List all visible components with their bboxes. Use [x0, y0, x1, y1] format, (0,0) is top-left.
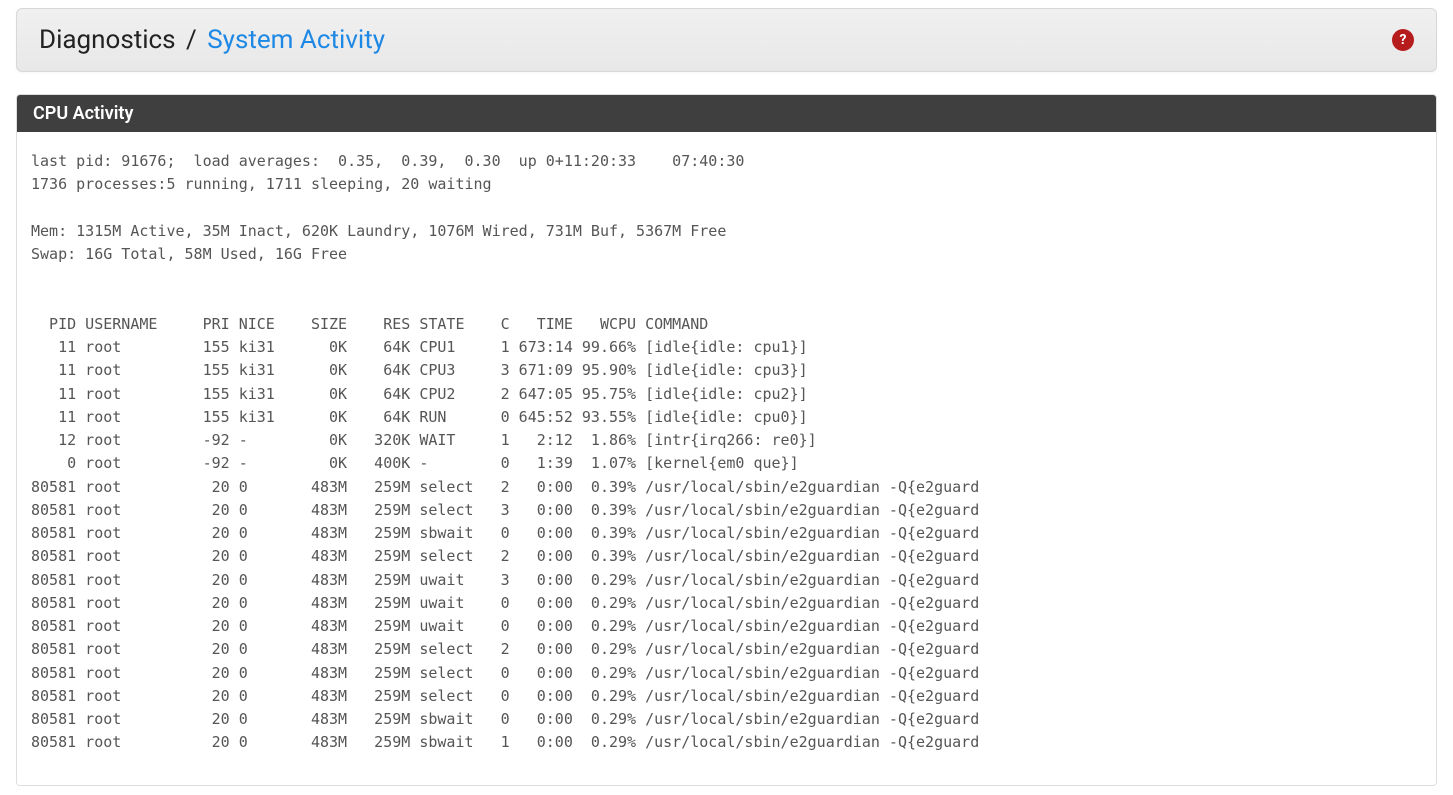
breadcrumb-separator: / [186, 25, 197, 55]
breadcrumb-first: Diagnostics [39, 25, 176, 55]
breadcrumb-current[interactable]: System Activity [207, 25, 385, 55]
help-icon[interactable]: ? [1392, 29, 1414, 51]
panel-title: CPU Activity [17, 95, 1436, 132]
breadcrumb-panel: Diagnostics / System Activity ? [16, 8, 1437, 72]
activity-output: last pid: 91676; load averages: 0.35, 0.… [17, 132, 1436, 785]
cpu-activity-panel: CPU Activity last pid: 91676; load avera… [16, 94, 1437, 786]
breadcrumb: Diagnostics / System Activity [39, 25, 385, 55]
